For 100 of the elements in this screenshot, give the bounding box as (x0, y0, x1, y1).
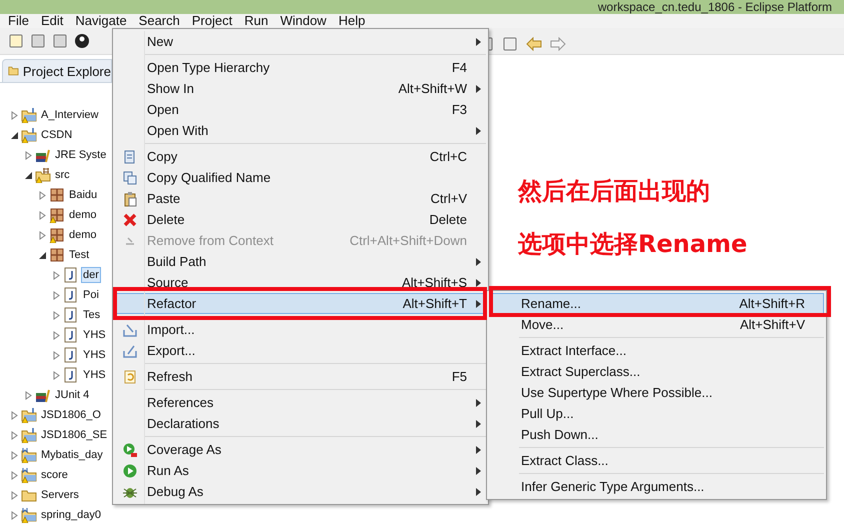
menu-item[interactable]: Pull Up... (489, 403, 824, 424)
menu-item[interactable]: Refresh F5 (115, 366, 486, 387)
menu-bar-item[interactable]: Run (238, 14, 274, 28)
menu-bar-item[interactable]: Edit (34, 14, 70, 28)
coverage-icon (122, 442, 138, 458)
tree-item[interactable]: Test (67, 247, 92, 263)
tree-item[interactable]: Poi (81, 287, 101, 303)
menu-item[interactable]: Copy Qualified Name (115, 167, 486, 188)
back-arrow-icon[interactable] (526, 37, 542, 51)
expand-icon[interactable] (10, 450, 19, 460)
tree-item[interactable]: spring_day0 (39, 507, 103, 523)
expand-icon[interactable] (10, 410, 19, 420)
tree-item[interactable]: A_Interview (39, 107, 100, 123)
tree-item[interactable]: Tes (81, 307, 102, 323)
menu-bar-item[interactable]: File (2, 14, 35, 28)
new-file-icon[interactable] (8, 33, 24, 49)
import-icon (122, 322, 138, 338)
expand-icon[interactable] (52, 370, 61, 380)
menu-item[interactable]: Debug As (115, 481, 486, 502)
menu-item[interactable]: Show In Alt+Shift+W (115, 78, 486, 99)
refresh-icon (122, 368, 138, 384)
expand-icon[interactable] (10, 490, 19, 500)
tree-item[interactable]: der (81, 267, 101, 283)
menu-bar-item[interactable]: Navigate (69, 14, 133, 28)
menu-item[interactable]: Refactor Alt+Shift+T (115, 293, 486, 314)
tree-item[interactable]: JUnit 4 (53, 387, 92, 403)
submenu-arrow-icon (476, 84, 480, 92)
tree-item[interactable]: JSD1806_O (39, 407, 103, 423)
menu-item[interactable]: Use Supertype Where Possible... (489, 382, 824, 403)
tree-item[interactable]: demo (67, 227, 99, 243)
expand-icon[interactable] (38, 210, 47, 220)
save-all-icon[interactable] (52, 33, 68, 49)
menu-item[interactable]: Run As (115, 460, 486, 481)
forward-arrow-icon[interactable] (550, 37, 566, 51)
annotation-text: 选项中选择Rename (518, 229, 748, 260)
submenu-arrow-icon (476, 488, 480, 496)
expand-icon[interactable] (24, 150, 33, 160)
tree-item[interactable]: YHS (81, 367, 108, 383)
annotation-text: 然后在后面出现的 (518, 176, 710, 207)
menu-item[interactable]: Open Type Hierarchy F4 (115, 57, 486, 78)
tree-item[interactable]: src (53, 167, 72, 183)
submenu-arrow-icon (476, 126, 480, 134)
menu-item[interactable]: Declarations (115, 413, 486, 434)
menu-item[interactable]: Extract Interface... (489, 340, 824, 361)
menu-item[interactable]: Delete Delete (115, 209, 486, 230)
menu-item[interactable]: Source Alt+Shift+S (115, 272, 486, 293)
menu-item[interactable]: Import... (115, 319, 486, 340)
collapse-icon[interactable] (38, 250, 47, 260)
tree-item[interactable]: CSDN (39, 127, 74, 143)
explorer-tab[interactable]: Project Explore (2, 59, 112, 82)
submenu-arrow-icon (476, 420, 480, 428)
expand-icon[interactable] (52, 330, 61, 340)
expand-icon[interactable] (52, 290, 61, 300)
menu-item[interactable]: New (115, 31, 486, 52)
tree-item[interactable]: Servers (39, 487, 81, 503)
menu-item[interactable]: Extract Superclass... (489, 361, 824, 382)
tree-item[interactable]: Mybatis_day (39, 447, 105, 463)
menu-bar-item[interactable]: Search (132, 14, 186, 28)
collapse-icon[interactable] (24, 170, 33, 180)
menu-item[interactable]: Open With (115, 120, 486, 141)
tree-item[interactable]: JSD1806_SE (39, 427, 110, 443)
save-icon[interactable] (30, 33, 46, 49)
tree-item[interactable]: Baidu (67, 187, 100, 203)
menu-item[interactable]: Extract Class... (489, 450, 824, 471)
expand-icon[interactable] (38, 230, 47, 240)
menu-bar-item[interactable]: Help (332, 14, 372, 28)
menu-item[interactable]: Coverage As (115, 439, 486, 460)
tree-item[interactable]: YHS (81, 347, 108, 363)
menu-item[interactable]: Build Path (115, 251, 486, 272)
menu-bar-item[interactable]: Window (274, 14, 332, 28)
expand-icon[interactable] (52, 270, 61, 280)
menu-item[interactable]: References (115, 392, 486, 413)
collapse-icon[interactable] (10, 130, 19, 140)
menu-item[interactable]: Push Down... (489, 424, 824, 445)
tree-item[interactable]: demo (67, 207, 99, 223)
tab-label: Project Explore (22, 64, 111, 78)
expand-icon[interactable] (52, 350, 61, 360)
menu-item[interactable]: Export... (115, 340, 486, 361)
menu-bar-item[interactable]: Project (186, 14, 238, 28)
tree-item[interactable]: YHS (81, 327, 108, 343)
menu-item[interactable]: Copy Ctrl+C (115, 146, 486, 167)
submenu-arrow-icon (476, 258, 480, 266)
toolbar-icon[interactable] (502, 36, 518, 52)
tree-item[interactable]: JRE Syste (53, 147, 108, 163)
copy-icon (122, 170, 138, 186)
menu-item[interactable]: Paste Ctrl+V (115, 188, 486, 209)
expand-icon[interactable] (10, 430, 19, 440)
expand-icon[interactable] (38, 190, 47, 200)
submenu-arrow-icon (476, 466, 480, 474)
expand-icon[interactable] (10, 470, 19, 480)
expand-icon[interactable] (24, 390, 33, 400)
expand-icon[interactable] (10, 510, 19, 520)
menu-item[interactable]: Infer Generic Type Arguments... (489, 476, 824, 497)
submenu-arrow-icon (476, 446, 480, 454)
menu-item[interactable]: Open F3 (115, 99, 486, 120)
expand-icon[interactable] (10, 110, 19, 120)
expand-icon[interactable] (52, 310, 61, 320)
delete-icon (122, 212, 138, 228)
tree-item[interactable]: score (39, 467, 70, 483)
menu-item[interactable]: Move... Alt+Shift+V (489, 314, 824, 335)
